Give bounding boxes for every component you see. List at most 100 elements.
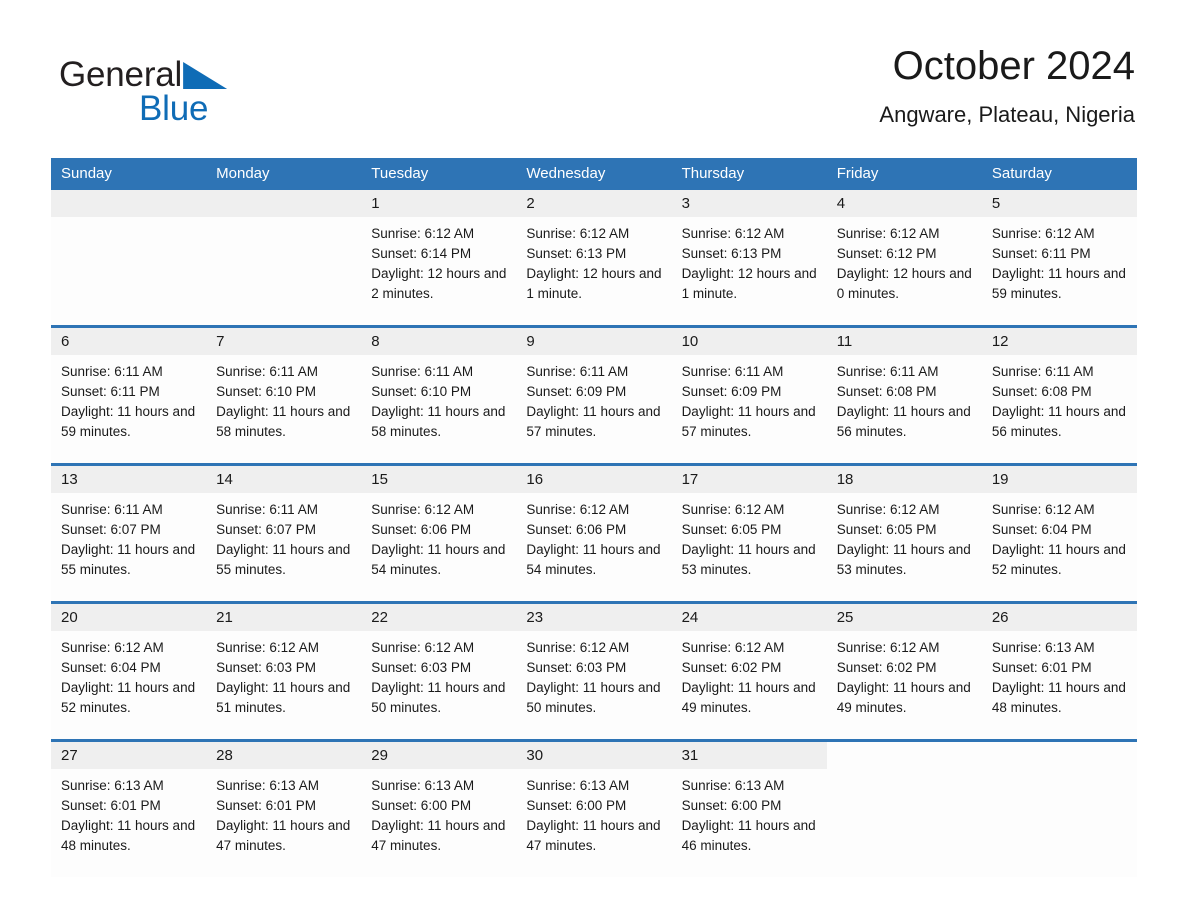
day-cell-inner: 20 Sunrise: 6:12 AM Sunset: 6:04 PM Dayligh… xyxy=(51,604,207,739)
sunset-text: Sunset: 6:02 PM xyxy=(836,660,937,675)
calendar-header-row: Sunday Monday Tuesday Wednesday Thursday… xyxy=(51,158,1137,190)
calendar-day-cell[interactable]: 11 Sunrise: 6:11 AM Sunset: 6:08 PM Dayligh… xyxy=(826,325,982,465)
weekday-header-saturday: Saturday xyxy=(981,158,1137,190)
day-cell-inner: 26 Sunrise: 6:13 AM Sunset: 6:01 PM Dayligh… xyxy=(981,604,1137,739)
day-number: 25 xyxy=(826,604,982,631)
brand-logo[interactable]: General Blue xyxy=(59,54,319,134)
day-cell-inner: 7 Sunrise: 6:11 AM Sunset: 6:10 PM Daylight… xyxy=(206,328,362,463)
calendar-day-cell[interactable]: 28 Sunrise: 6:13 AM Sunset: 6:01 PM Dayligh… xyxy=(206,739,362,877)
calendar-day-cell[interactable]: 10 Sunrise: 6:11 AM Sunset: 6:09 PM Dayligh… xyxy=(671,325,827,465)
sunrise-text: Sunrise: 6:11 AM xyxy=(216,502,318,517)
daylight-text: Daylight: 11 hours and 54 minutes. xyxy=(526,542,661,577)
sunset-text: Sunset: 6:03 PM xyxy=(371,660,472,675)
day-cell-inner: 16 Sunrise: 6:12 AM Sunset: 6:06 PM Dayligh… xyxy=(516,466,672,601)
sunrise-text: Sunrise: 6:12 AM xyxy=(991,226,1095,241)
day-sun-info: Sunrise: 6:11 AM Sunset: 6:09 PM Daylight:… xyxy=(672,355,827,442)
day-number: 6 xyxy=(51,328,207,355)
sunrise-text: Sunrise: 6:13 AM xyxy=(681,778,785,793)
sunrise-text: Sunrise: 6:12 AM xyxy=(371,226,475,241)
day-sun-info: Sunrise: 6:13 AM Sunset: 6:00 PM Daylight:… xyxy=(516,769,671,856)
day-number: 12 xyxy=(981,328,1137,355)
calendar-day-cell[interactable]: 30 Sunrise: 6:13 AM Sunset: 6:00 PM Dayligh… xyxy=(516,739,672,877)
calendar-day-cell[interactable]: 9 Sunrise: 6:11 AM Sunset: 6:09 PM Daylight… xyxy=(516,325,672,465)
sunset-text: Sunset: 6:10 PM xyxy=(216,384,316,399)
sunset-text: Sunset: 6:00 PM xyxy=(371,798,472,813)
calendar-day-cell[interactable]: 7 Sunrise: 6:11 AM Sunset: 6:10 PM Daylight… xyxy=(206,325,362,465)
sunset-text: Sunset: 6:08 PM xyxy=(991,384,1092,399)
calendar-day-cell[interactable]: 16 Sunrise: 6:12 AM Sunset: 6:06 PM Dayligh… xyxy=(516,463,672,603)
day-sun-info: Sunrise: 6:12 AM Sunset: 6:11 PM Daylight:… xyxy=(982,217,1137,304)
sunrise-text: Sunrise: 6:12 AM xyxy=(681,226,785,241)
calendar-day-cell[interactable]: 20 Sunrise: 6:12 AM Sunset: 6:04 PM Dayligh… xyxy=(51,601,207,741)
calendar-day-cell[interactable]: 17 Sunrise: 6:12 AM Sunset: 6:05 PM Dayligh… xyxy=(671,463,827,603)
calendar-day-cell[interactable]: 12 Sunrise: 6:11 AM Sunset: 6:08 PM Dayligh… xyxy=(981,325,1137,465)
day-number: 23 xyxy=(516,604,672,631)
daylight-text: Daylight: 11 hours and 47 minutes. xyxy=(216,818,351,853)
day-number: 21 xyxy=(206,604,362,631)
calendar-day-cell[interactable]: 21 Sunrise: 6:12 AM Sunset: 6:03 PM Dayligh… xyxy=(206,601,362,741)
day-sun-info: Sunrise: 6:11 AM Sunset: 6:11 PM Daylight:… xyxy=(51,355,206,442)
calendar-day-cell[interactable]: 22 Sunrise: 6:12 AM Sunset: 6:03 PM Dayligh… xyxy=(361,601,517,741)
day-sun-info: Sunrise: 6:11 AM Sunset: 6:10 PM Daylight:… xyxy=(206,355,361,442)
calendar-day-cell[interactable]: 15 Sunrise: 6:12 AM Sunset: 6:06 PM Dayligh… xyxy=(361,463,517,603)
day-sun-info: Sunrise: 6:13 AM Sunset: 6:01 PM Daylight:… xyxy=(982,631,1137,718)
sunrise-text: Sunrise: 6:12 AM xyxy=(61,640,164,655)
day-sun-info: Sunrise: 6:12 AM Sunset: 6:02 PM Daylight:… xyxy=(672,631,827,718)
day-sun-info: Sunrise: 6:12 AM Sunset: 6:13 PM Daylight:… xyxy=(672,217,827,304)
day-sun-info: Sunrise: 6:13 AM Sunset: 6:01 PM Daylight:… xyxy=(51,769,206,856)
day-sun-info: Sunrise: 6:11 AM Sunset: 6:08 PM Daylight:… xyxy=(982,355,1137,442)
day-number: 19 xyxy=(981,466,1137,493)
calendar-day-cell[interactable]: 14 Sunrise: 6:11 AM Sunset: 6:07 PM Dayligh… xyxy=(206,463,362,603)
calendar-day-cell[interactable]: 24 Sunrise: 6:12 AM Sunset: 6:02 PM Dayligh… xyxy=(671,601,827,741)
calendar-day-cell[interactable]: 31 Sunrise: 6:13 AM Sunset: 6:00 PM Dayligh… xyxy=(671,739,827,877)
day-cell-inner xyxy=(206,190,362,325)
weekday-header-friday: Friday xyxy=(826,158,982,190)
calendar-day-cell xyxy=(206,190,362,327)
calendar-day-cell[interactable]: 4 Sunrise: 6:12 AM Sunset: 6:12 PM Daylight… xyxy=(826,190,982,327)
sunrise-sunset-calendar: Sunday Monday Tuesday Wednesday Thursday… xyxy=(51,158,1137,877)
sunrise-text: Sunrise: 6:11 AM xyxy=(371,364,474,379)
daylight-text: Daylight: 11 hours and 48 minutes. xyxy=(991,680,1126,715)
calendar-day-cell[interactable]: 26 Sunrise: 6:13 AM Sunset: 6:01 PM Dayligh… xyxy=(981,601,1137,741)
day-cell-inner: 15 Sunrise: 6:12 AM Sunset: 6:06 PM Dayligh… xyxy=(361,466,517,601)
sunset-text: Sunset: 6:05 PM xyxy=(836,522,937,537)
day-cell-inner: 10 Sunrise: 6:11 AM Sunset: 6:09 PM Dayligh… xyxy=(671,328,827,463)
calendar-day-cell[interactable]: 18 Sunrise: 6:12 AM Sunset: 6:05 PM Dayligh… xyxy=(826,463,982,603)
day-number: 29 xyxy=(361,742,517,769)
daylight-text: Daylight: 11 hours and 55 minutes. xyxy=(216,542,351,577)
calendar-day-cell[interactable]: 27 Sunrise: 6:13 AM Sunset: 6:01 PM Dayligh… xyxy=(51,739,207,877)
daylight-text: Daylight: 11 hours and 57 minutes. xyxy=(526,404,661,439)
calendar-day-cell[interactable]: 23 Sunrise: 6:12 AM Sunset: 6:03 PM Dayligh… xyxy=(516,601,672,741)
sunrise-text: Sunrise: 6:13 AM xyxy=(371,778,475,793)
day-cell-inner: 29 Sunrise: 6:13 AM Sunset: 6:00 PM Dayligh… xyxy=(361,742,517,877)
calendar-week-row: 27 Sunrise: 6:13 AM Sunset: 6:01 PM Dayligh… xyxy=(51,739,1137,877)
day-number: 31 xyxy=(671,742,827,769)
calendar-day-cell[interactable]: 13 Sunrise: 6:11 AM Sunset: 6:07 PM Dayligh… xyxy=(51,463,207,603)
day-cell-inner: 3 Sunrise: 6:12 AM Sunset: 6:13 PM Daylight… xyxy=(671,190,827,325)
day-number: 10 xyxy=(671,328,827,355)
calendar-day-cell xyxy=(826,739,982,877)
calendar-day-cell[interactable]: 3 Sunrise: 6:12 AM Sunset: 6:13 PM Daylight… xyxy=(671,190,827,327)
calendar-day-cell[interactable]: 25 Sunrise: 6:12 AM Sunset: 6:02 PM Dayligh… xyxy=(826,601,982,741)
day-sun-info: Sunrise: 6:12 AM Sunset: 6:03 PM Daylight:… xyxy=(516,631,671,718)
calendar-day-cell[interactable]: 19 Sunrise: 6:12 AM Sunset: 6:04 PM Dayligh… xyxy=(981,463,1137,603)
day-number: 7 xyxy=(206,328,362,355)
calendar-day-cell[interactable]: 8 Sunrise: 6:11 AM Sunset: 6:10 PM Daylight… xyxy=(361,325,517,465)
weekday-header-tuesday: Tuesday xyxy=(361,158,517,190)
calendar-day-cell[interactable]: 29 Sunrise: 6:13 AM Sunset: 6:00 PM Dayligh… xyxy=(361,739,517,877)
weekday-header-sunday: Sunday xyxy=(51,158,207,190)
daylight-text: Daylight: 11 hours and 56 minutes. xyxy=(836,404,971,439)
calendar-day-cell[interactable]: 5 Sunrise: 6:12 AM Sunset: 6:11 PM Daylight… xyxy=(981,190,1137,327)
day-cell-inner: 17 Sunrise: 6:12 AM Sunset: 6:05 PM Dayligh… xyxy=(671,466,827,601)
day-number: 26 xyxy=(981,604,1137,631)
calendar-day-cell[interactable]: 2 Sunrise: 6:12 AM Sunset: 6:13 PM Daylight… xyxy=(516,190,672,327)
sunrise-text: Sunrise: 6:11 AM xyxy=(61,502,163,517)
calendar-day-cell[interactable]: 6 Sunrise: 6:11 AM Sunset: 6:11 PM Daylight… xyxy=(51,325,207,465)
sunset-text: Sunset: 6:01 PM xyxy=(61,798,161,813)
calendar-week-row: 20 Sunrise: 6:12 AM Sunset: 6:04 PM Dayligh… xyxy=(51,601,1137,741)
calendar-day-cell[interactable]: 1 Sunrise: 6:12 AM Sunset: 6:14 PM Daylight… xyxy=(361,190,517,327)
sunrise-text: Sunrise: 6:12 AM xyxy=(371,502,475,517)
day-sun-info: Sunrise: 6:11 AM Sunset: 6:07 PM Daylight:… xyxy=(206,493,361,580)
sunrise-text: Sunrise: 6:12 AM xyxy=(681,502,785,517)
sunset-text: Sunset: 6:01 PM xyxy=(216,798,316,813)
